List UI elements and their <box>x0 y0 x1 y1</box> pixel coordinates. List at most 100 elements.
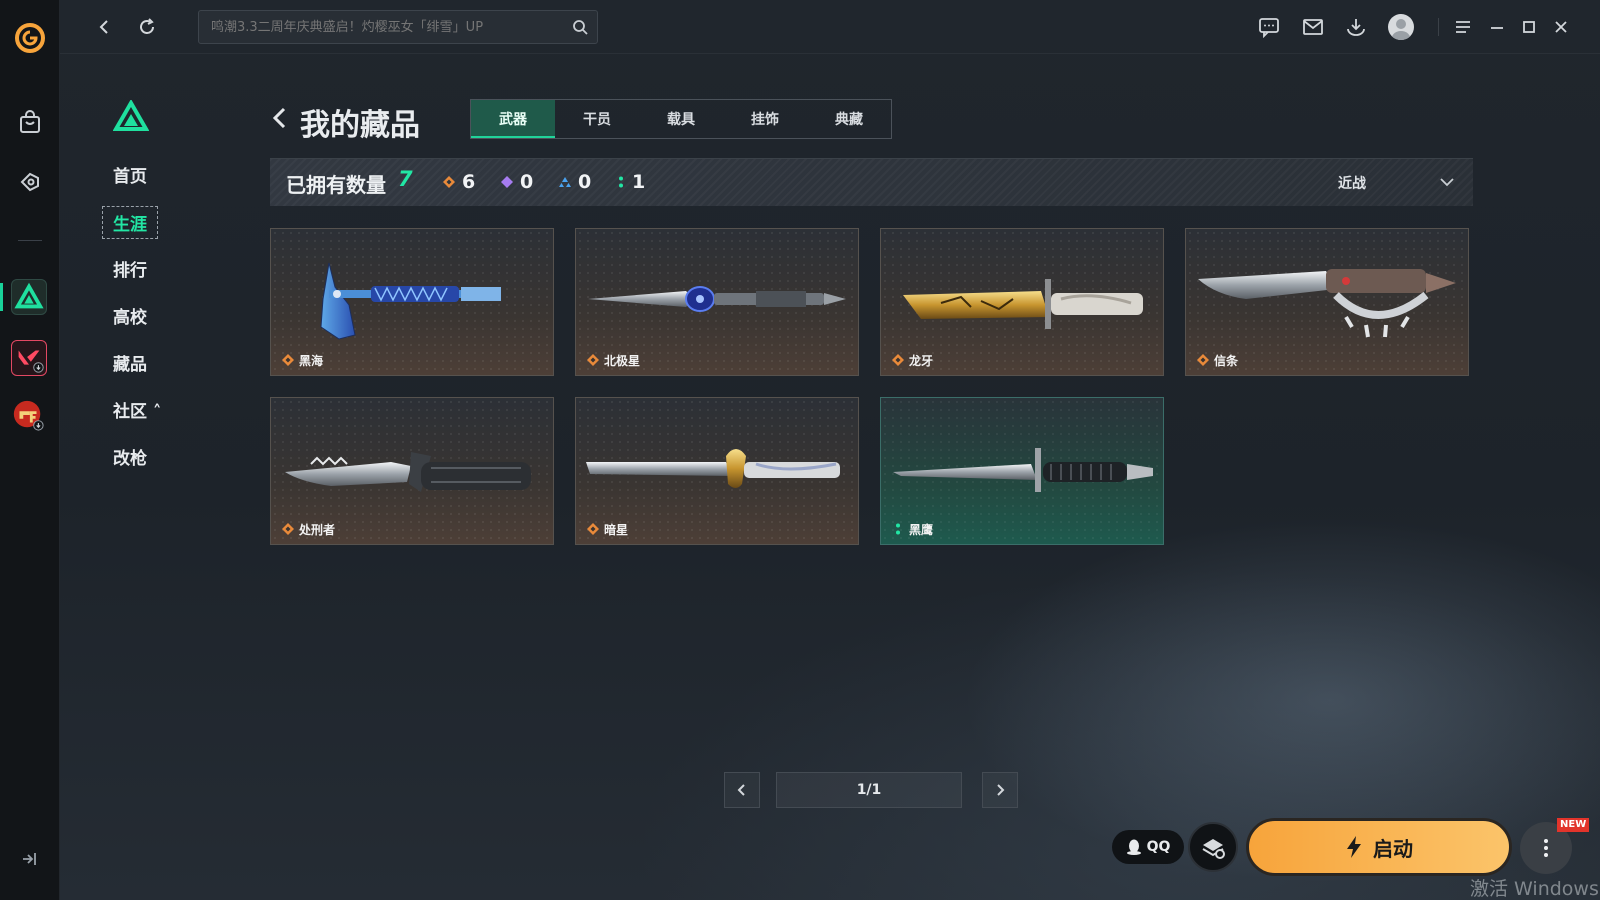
app-logo-icon[interactable] <box>14 22 46 54</box>
user-avatar[interactable] <box>1388 14 1414 40</box>
owned-count-total: 7 <box>398 167 413 191</box>
nav-item-home[interactable]: 首页 <box>113 162 147 187</box>
close-icon <box>1555 21 1567 33</box>
weapon-name: 信条 <box>1214 354 1239 368</box>
rail-active-indicator <box>0 283 3 311</box>
chevron-right-icon <box>997 784 1005 796</box>
rail-divider <box>18 240 42 241</box>
nav-item-collection[interactable]: 藏品 <box>113 350 147 375</box>
blue-rarity-icon <box>559 177 571 187</box>
mail-button[interactable] <box>1300 14 1326 40</box>
search-input[interactable] <box>199 11 559 43</box>
page-back-icon[interactable] <box>270 104 290 132</box>
crossfire-app-icon[interactable] <box>11 398 47 434</box>
valorant-app-icon[interactable] <box>11 340 47 376</box>
tab-operators[interactable]: 干员 <box>555 100 639 138</box>
nav-item-college[interactable]: 高校 <box>113 303 147 328</box>
weapon-card[interactable]: 龙牙 <box>880 228 1164 376</box>
next-page-button[interactable] <box>982 772 1018 808</box>
weapon-card[interactable]: 黑鹰 <box>880 397 1164 545</box>
download-manager-button[interactable] <box>1343 14 1369 40</box>
back-button[interactable] <box>92 14 118 40</box>
orange-rarity-icon <box>587 354 599 366</box>
close-button[interactable] <box>1548 14 1574 40</box>
game-sidebar-nav: 首页 生涯 排行 高校 藏品 社区 ˄ 改枪 <box>100 96 220 496</box>
minimize-icon <box>1491 27 1503 29</box>
search-icon[interactable] <box>571 18 589 36</box>
top-bar <box>60 0 1600 54</box>
orange-rarity-icon <box>587 523 599 535</box>
tab-weapons[interactable]: 武器 <box>471 100 555 138</box>
collection-tabs: 武器 干员 载具 挂饰 典藏 <box>470 99 892 139</box>
delta-force-app-icon[interactable] <box>11 279 47 315</box>
orange-rarity-count: 6 <box>442 171 475 193</box>
store-bag-icon[interactable] <box>16 108 44 136</box>
more-vertical-icon <box>1544 839 1548 857</box>
minimize-button[interactable] <box>1484 14 1510 40</box>
weapon-name: 黑海 <box>299 354 324 368</box>
refresh-button[interactable] <box>134 14 160 40</box>
maximize-button[interactable] <box>1516 14 1542 40</box>
orange-rarity-icon <box>1197 354 1209 366</box>
chevron-left-icon <box>99 20 108 34</box>
search-box[interactable] <box>198 10 598 44</box>
weapon-name: 龙牙 <box>909 354 934 368</box>
weapon-card[interactable]: 信条 <box>1185 228 1469 376</box>
weapon-card[interactable]: 黑海 <box>270 228 554 376</box>
tab-charms[interactable]: 挂饰 <box>723 100 807 138</box>
weapon-type-filter[interactable]: 近战 <box>1338 173 1366 193</box>
green-rarity-icon <box>896 523 900 535</box>
nav-item-career[interactable]: 生涯 <box>102 206 158 239</box>
qq-label: QQ <box>1146 839 1171 855</box>
orange-rarity-icon <box>892 354 904 366</box>
chevron-down-icon[interactable] <box>1438 173 1456 191</box>
tag-icon[interactable] <box>16 168 44 196</box>
orange-rarity-icon <box>443 176 455 188</box>
qq-login-button[interactable]: QQ <box>1112 830 1184 864</box>
launch-game-button[interactable]: 启动 <box>1246 818 1512 876</box>
mail-icon <box>1303 19 1323 35</box>
user-icon <box>1392 19 1410 40</box>
green-count-value: 1 <box>632 171 646 193</box>
weapon-name: 暗星 <box>604 523 629 537</box>
serrated-knife-icon <box>285 452 531 492</box>
layers-settings-icon <box>1202 839 1225 859</box>
hamburger-menu-icon <box>1456 21 1470 33</box>
ownership-stats-bar: 已拥有数量 7 6 0 0 1 近战 <box>270 158 1473 206</box>
weapon-name: 处刑者 <box>299 523 336 537</box>
qq-penguin-icon <box>1126 839 1141 855</box>
tab-vehicles[interactable]: 载具 <box>639 100 723 138</box>
weapon-card[interactable]: 处刑者 <box>270 397 554 545</box>
blade-icon <box>586 449 840 488</box>
tab-premium[interactable]: 典藏 <box>807 100 891 138</box>
purple-rarity-count: 0 <box>500 171 533 193</box>
launch-label: 启动 <box>1373 836 1413 861</box>
green-rarity-icon <box>619 176 623 188</box>
owned-count-label: 已拥有数量 <box>286 173 386 197</box>
nav-item-ranking[interactable]: 排行 <box>113 256 147 281</box>
orange-rarity-icon <box>282 354 294 366</box>
menu-button[interactable] <box>1450 14 1476 40</box>
purple-count-value: 0 <box>520 171 534 193</box>
new-badge: NEW <box>1557 818 1590 832</box>
chat-bubble-icon <box>1259 18 1279 38</box>
combat-knife-icon <box>893 448 1153 492</box>
orange-rarity-icon <box>282 523 294 535</box>
page-indicator: 1/1 <box>776 772 962 808</box>
download-icon <box>1347 19 1365 36</box>
blue-count-value: 0 <box>578 171 592 193</box>
weapon-card[interactable]: 北极星 <box>575 228 859 376</box>
messages-button[interactable] <box>1256 14 1282 40</box>
nav-item-gunsmith[interactable]: 改枪 <box>113 444 147 469</box>
weapon-name: 北极星 <box>604 354 641 368</box>
gold-knife-icon <box>903 279 1143 329</box>
knuckle-knife-icon <box>1198 269 1456 338</box>
purple-rarity-icon <box>501 176 513 188</box>
chevron-left-icon <box>737 784 745 796</box>
refresh-icon <box>140 18 154 34</box>
expand-sidebar-icon[interactable] <box>18 848 40 870</box>
game-settings-button[interactable] <box>1188 822 1238 872</box>
prev-page-button[interactable] <box>724 772 760 808</box>
weapon-card[interactable]: 暗星 <box>575 397 859 545</box>
nav-item-community[interactable]: 社区 ˄ <box>113 397 161 422</box>
